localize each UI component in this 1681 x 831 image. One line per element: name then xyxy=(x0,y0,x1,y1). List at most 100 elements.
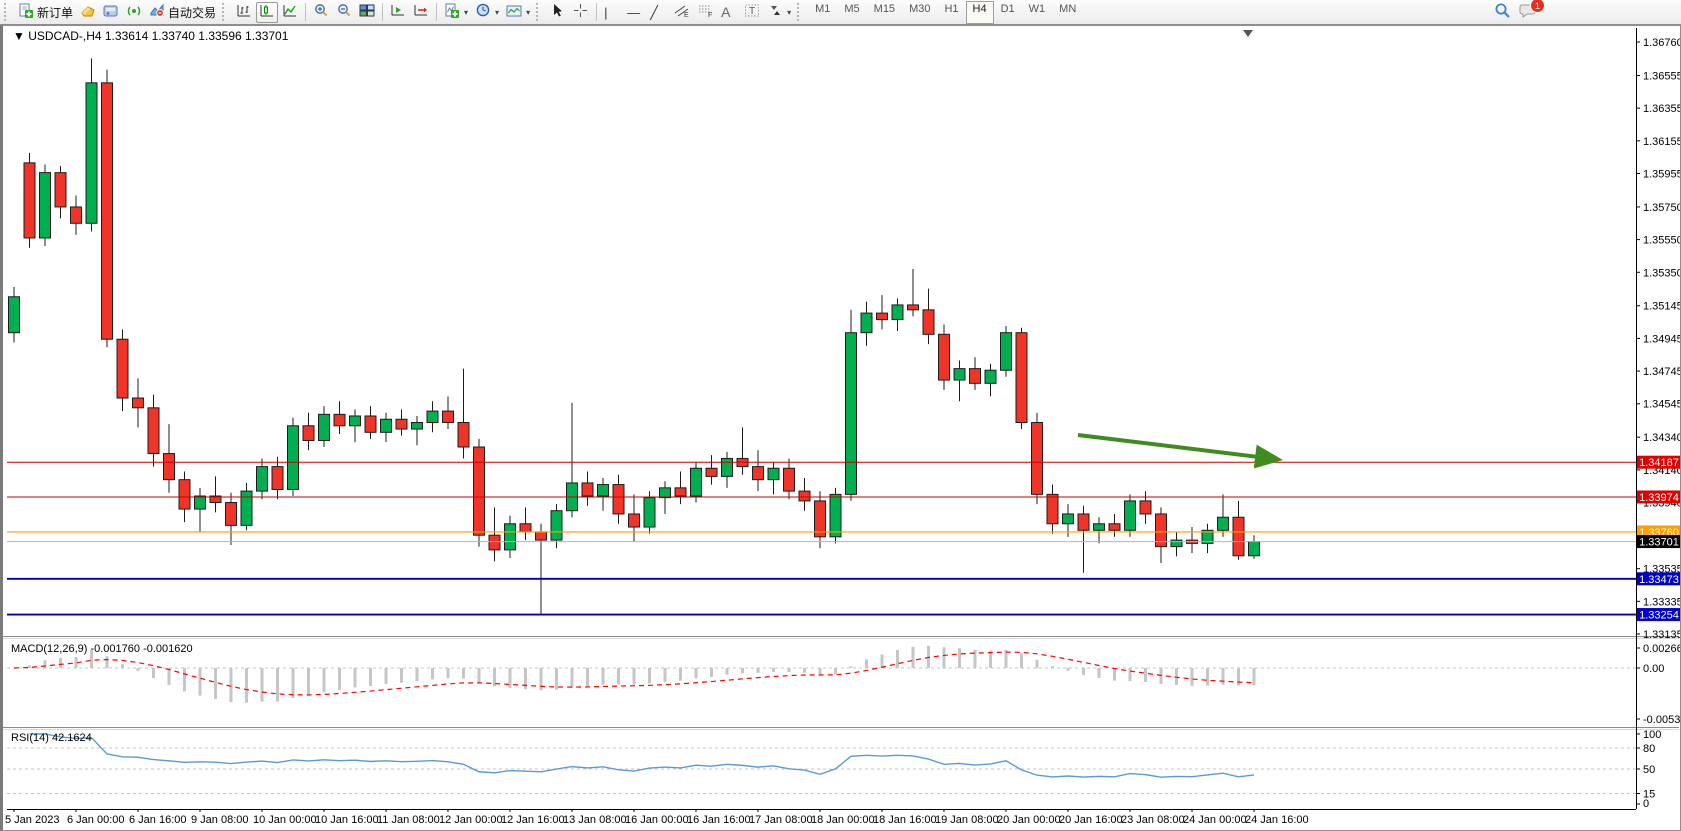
bear-candle xyxy=(753,467,764,480)
bear-candle xyxy=(179,480,190,509)
timeframe-button-m15[interactable]: M15 xyxy=(867,1,902,24)
timeframe-button-h1[interactable]: H1 xyxy=(937,1,965,24)
indicators-icon xyxy=(444,3,460,22)
bear-candle xyxy=(1140,501,1151,514)
periods-button[interactable]: ▾ xyxy=(472,2,502,23)
cursor-button[interactable] xyxy=(547,2,569,23)
bear-candle xyxy=(629,514,640,527)
zoom-out-button[interactable] xyxy=(333,2,355,23)
timeframe-button-w1[interactable]: W1 xyxy=(1022,1,1053,24)
timeframe-button-m30[interactable]: M30 xyxy=(902,1,937,24)
bear-candle xyxy=(24,163,35,238)
channel-tool-button[interactable]: E xyxy=(670,2,693,23)
macd-axis-label: 0.002668 xyxy=(1643,643,1680,655)
svg-text:E: E xyxy=(684,12,689,18)
toolbar-grip[interactable] xyxy=(536,3,543,21)
time-axis-label: 6 Jan 00:00 xyxy=(67,814,125,826)
auto-trading-icon xyxy=(149,3,165,21)
bull-candle xyxy=(660,488,671,498)
bull-candle xyxy=(861,313,872,333)
bull-candle xyxy=(691,468,702,496)
text-tool-button[interactable]: A xyxy=(718,2,740,23)
auto-scroll-button[interactable] xyxy=(387,2,409,23)
crosshair-button[interactable] xyxy=(570,2,592,23)
search-icon[interactable] xyxy=(1494,2,1511,24)
chart-canvas[interactable]: 1.367601.365551.363551.361551.359551.357… xyxy=(3,26,1680,830)
time-axis-label: 17 Jan 08:00 xyxy=(749,814,813,826)
chart-window-usdcad-h4[interactable]: 1.367601.365551.363551.361551.359551.357… xyxy=(0,25,1681,831)
bull-candle xyxy=(954,369,965,380)
line-chart-icon xyxy=(282,3,298,21)
chart-shift-button[interactable] xyxy=(410,2,432,23)
price-tick-label: 1.35955 xyxy=(1643,168,1680,180)
dropdown-caret-icon: ▾ xyxy=(526,8,530,17)
fibonacci-tool-button[interactable]: F xyxy=(694,2,717,23)
time-axis-label: 9 Jan 08:00 xyxy=(191,814,249,826)
charts-button[interactable] xyxy=(77,2,99,23)
chart-shift-marker[interactable] xyxy=(1243,30,1253,37)
toolbar-grip[interactable] xyxy=(797,3,804,21)
indicators-button[interactable]: ▾ xyxy=(441,2,471,23)
line-chart-type-button[interactable] xyxy=(279,2,301,23)
terminal-button[interactable] xyxy=(100,2,122,23)
notifications-button[interactable]: 1 xyxy=(1519,2,1538,24)
trendline-tool-button[interactable]: ╱ xyxy=(647,2,669,23)
text-label-tool-button[interactable]: T xyxy=(741,2,764,23)
time-axis-label: 12 Jan 00:00 xyxy=(439,814,503,826)
horizontal-line-icon: — xyxy=(627,6,640,19)
bear-candle xyxy=(489,535,500,550)
auto-trading-button[interactable]: 自动交易 xyxy=(146,2,219,23)
zoom-in-button[interactable] xyxy=(310,2,332,23)
timeframe-toolbar: M1M5M15M30H1H4D1W1MN xyxy=(808,1,1083,24)
trend-arrow[interactable] xyxy=(1078,435,1275,459)
bull-candle xyxy=(505,524,516,550)
time-axis-label: 20 Jan 16:00 xyxy=(1059,814,1123,826)
vertical-line-tool-button[interactable]: | xyxy=(601,2,623,23)
arrows-tool-button[interactable]: ▾ xyxy=(765,2,794,23)
macd-label: MACD(12,26,9) -0.001760 -0.001620 xyxy=(11,643,193,655)
clock-icon xyxy=(475,3,491,21)
horizontal-line-tool-button[interactable]: — xyxy=(624,2,646,23)
price-badge-label: 1.33701 xyxy=(1639,537,1679,549)
bull-candle xyxy=(892,305,903,320)
tile-windows-button[interactable] xyxy=(356,2,378,23)
price-tick-label: 1.34745 xyxy=(1643,366,1680,378)
timeframe-button-m5[interactable]: M5 xyxy=(837,1,866,24)
bear-candle xyxy=(303,426,314,441)
template-icon xyxy=(506,4,522,21)
price-badge-label: 1.33974 xyxy=(1639,492,1679,504)
timeframe-button-m1[interactable]: M1 xyxy=(808,1,837,24)
zoom-in-icon xyxy=(313,3,329,21)
time-axis-label: 10 Jan 00:00 xyxy=(253,814,317,826)
bear-candle xyxy=(117,339,128,398)
bear-candle xyxy=(148,408,159,454)
bear-candle xyxy=(1032,423,1043,495)
price-tick-label: 1.36555 xyxy=(1643,70,1680,82)
bull-candle xyxy=(381,419,392,432)
rsi-axis-label: 0 xyxy=(1643,798,1649,810)
macd-axis-label: 0.00 xyxy=(1643,663,1664,675)
bull-candle xyxy=(985,370,996,383)
new-order-button[interactable]: 新订单 xyxy=(15,2,76,23)
signals-button[interactable] xyxy=(123,2,145,23)
bear-candle xyxy=(1016,333,1027,423)
arrows-icon xyxy=(768,3,783,21)
timeframe-button-d1[interactable]: D1 xyxy=(994,1,1022,24)
time-axis-label: 6 Jan 16:00 xyxy=(129,814,187,826)
price-tick-label: 1.36760 xyxy=(1643,37,1680,49)
timeframe-button-mn[interactable]: MN xyxy=(1052,1,1083,24)
toolbar-grip[interactable] xyxy=(4,3,11,21)
signal-icon xyxy=(126,4,142,21)
bear-candle xyxy=(613,485,624,514)
macd-axis-label: -0.00533 xyxy=(1643,714,1680,726)
zoom-out-icon xyxy=(336,3,352,21)
bull-candle xyxy=(350,416,361,426)
toolbar-grip[interactable] xyxy=(222,3,229,21)
bar-chart-type-button[interactable] xyxy=(233,2,255,23)
candlestick-chart-type-button[interactable] xyxy=(256,2,278,23)
timeframe-button-h4[interactable]: H4 xyxy=(966,1,994,24)
templates-button[interactable]: ▾ xyxy=(503,2,533,23)
fibonacci-icon: F xyxy=(697,3,714,21)
bull-candle xyxy=(319,414,330,440)
svg-text:F: F xyxy=(708,12,712,18)
